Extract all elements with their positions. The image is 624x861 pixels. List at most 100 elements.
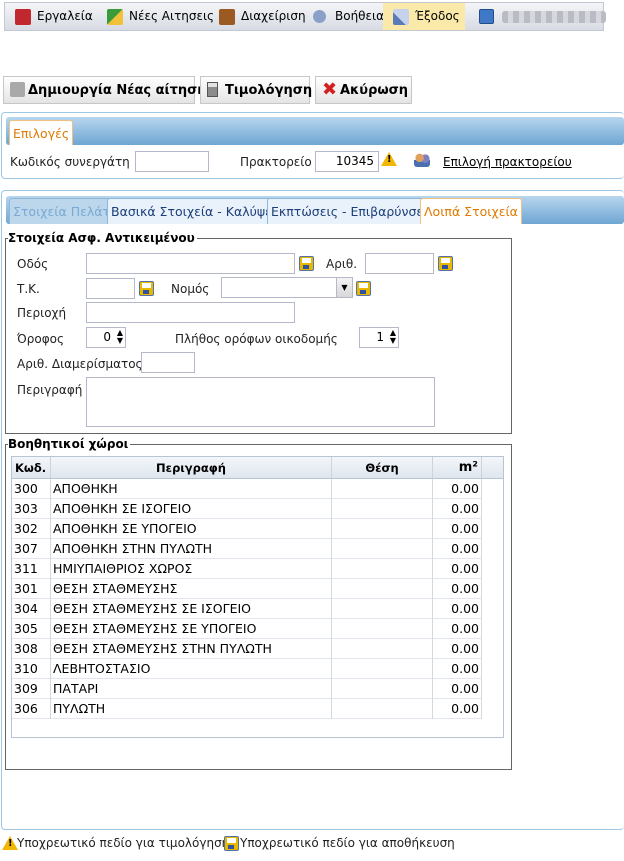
chevron-down-icon[interactable]: ▼ <box>336 278 352 297</box>
menu-exit[interactable]: Έξοδος <box>383 3 465 30</box>
options-header <box>6 117 624 145</box>
description-textarea[interactable] <box>86 377 435 427</box>
table-row[interactable]: 310 ΛΕΒΗΤΟΣΤΑΣΙΟ 0.00 <box>12 659 482 679</box>
stepper-arrows-icon[interactable]: ▲ ▼ <box>117 329 123 345</box>
menu-management-label: Διαχείριση <box>241 9 306 23</box>
menu-tools[interactable]: Εργαλεία <box>15 3 105 30</box>
cell-area: 0.00 <box>433 519 482 539</box>
table-row[interactable]: 311 ΗΜΙΥΠΑΙΘΡΙΟΣ ΧΩΡΟΣ 0.00 <box>12 559 482 579</box>
apartment-label: Αριθ. Διαμερίσματος <box>17 357 143 371</box>
menu-management[interactable]: Διαχείριση <box>219 3 311 30</box>
floors-count-label: Πλήθος ορόφων οικοδομής <box>175 332 338 346</box>
table-row[interactable]: 300 ΑΠΟΘΗΚΗ 0.00 <box>12 479 482 499</box>
floors-count-value: 1 <box>376 330 384 344</box>
cell-position <box>332 619 433 639</box>
cancel-button-label: Ακύρωση <box>340 83 409 98</box>
create-new-request-button[interactable]: Δημιουργία Νέας αίτησης <box>3 76 214 104</box>
create-button-label: Δημιουργία Νέας αίτησης <box>28 83 215 98</box>
cell-description: ΠΑΤΑΡΙ <box>51 679 332 699</box>
cell-description: ΠΥΛΩΤΗ <box>51 699 332 719</box>
partner-code-input[interactable] <box>135 151 209 172</box>
cell-description: ΑΠΟΘΗΚΗ ΣΕ ΙΣΟΓΕΙΟ <box>51 499 332 519</box>
toolbox-icon <box>15 9 31 25</box>
partner-code-label: Κωδικός συνεργάτη <box>10 155 130 169</box>
cell-area: 0.00 <box>433 539 482 559</box>
area-label: Περιοχή <box>17 306 67 320</box>
column-header-position[interactable]: Θέση <box>332 457 433 479</box>
menu-help[interactable]: Βοήθεια <box>313 3 387 30</box>
cell-description: ΛΕΒΗΤΟΣΤΑΣΙΟ <box>51 659 332 679</box>
apartment-input[interactable] <box>141 352 195 373</box>
tab-other-details[interactable]: Λοιπά Στοιχεία <box>420 198 522 224</box>
warning-icon <box>381 152 397 166</box>
area-input[interactable] <box>86 302 295 323</box>
save-required-icon <box>224 836 239 851</box>
cell-description: ΘΕΣΗ ΣΤΑΘΜΕΥΣΗΣ ΣΕ ΙΣΟΓΕΙΟ <box>51 599 332 619</box>
street-label: Οδός <box>17 257 49 271</box>
tab-options-label: Επιλογές <box>13 126 70 141</box>
floors-count-stepper[interactable]: 1 ▲ ▼ <box>359 327 399 348</box>
tab-customer-details[interactable]: Στοιχεία Πελάτη <box>9 198 122 224</box>
tab-discounts-charges[interactable]: Εκπτώσεις - Επιβαρύνσεις <box>267 198 439 224</box>
cell-position <box>332 499 433 519</box>
cell-position <box>332 479 433 499</box>
column-header-description[interactable]: Περιγραφή <box>51 457 332 479</box>
select-agency-link[interactable]: Επιλογή πρακτορείου <box>443 155 572 169</box>
menu-new-requests[interactable]: Νέες Αιτησεις <box>107 3 214 30</box>
prefecture-select[interactable]: ▼ <box>221 277 353 298</box>
cell-code: 310 <box>12 659 51 679</box>
cell-description: ΘΕΣΗ ΣΤΑΘΜΕΥΣΗΣ <box>51 579 332 599</box>
stepper-arrows-icon[interactable]: ▲ ▼ <box>390 329 396 345</box>
table-row[interactable]: 302 ΑΠΟΘΗΚΗ ΣΕ ΥΠΟΓΕΙΟ 0.00 <box>12 519 482 539</box>
cell-description: ΑΠΟΘΗΚΗ ΣΕ ΥΠΟΓΕΙΟ <box>51 519 332 539</box>
cell-description: ΗΜΙΥΠΑΙΘΡΙΟΣ ΧΩΡΟΣ <box>51 559 332 579</box>
table-row[interactable]: 301 ΘΕΣΗ ΣΤΑΘΜΕΥΣΗΣ 0.00 <box>12 579 482 599</box>
help-icon <box>313 10 326 23</box>
tab-basic-coverages[interactable]: Βασικά Στοιχεία - Καλύψεις <box>107 198 288 224</box>
cell-position <box>332 539 433 559</box>
table-row[interactable]: 305 ΘΕΣΗ ΣΤΑΘΜΕΥΣΗΣ ΣΕ ΥΠΟΓΕΙΟ 0.00 <box>12 619 482 639</box>
column-header-area[interactable]: m² <box>433 457 482 479</box>
cell-area: 0.00 <box>433 599 482 619</box>
cell-code: 309 <box>12 679 51 699</box>
cell-code: 303 <box>12 499 51 519</box>
cell-area: 0.00 <box>433 679 482 699</box>
cell-code: 301 <box>12 579 51 599</box>
aux-spaces-table: Κωδ. Περιγραφή Θέση m² 300 ΑΠΟΘΗΚΗ 0.00 303… <box>11 456 504 738</box>
number-input[interactable] <box>365 253 434 274</box>
floor-stepper[interactable]: 0 ▲ ▼ <box>86 327 126 348</box>
menu-help-label: Βοήθεια <box>335 9 384 23</box>
column-header-filler <box>482 457 503 479</box>
zip-label: Τ.Κ. <box>17 282 40 296</box>
cell-area: 0.00 <box>433 619 482 639</box>
tab-other-details-label: Λοιπά Στοιχεία <box>424 204 518 219</box>
cart-icon <box>10 82 25 97</box>
close-icon: ✖ <box>322 79 338 100</box>
tab-basic-coverages-label: Βασικά Στοιχεία - Καλύψεις <box>111 204 284 219</box>
cancel-button[interactable]: ✖ Ακύρωση <box>315 76 412 104</box>
agency-input[interactable]: 10345 <box>315 151 379 172</box>
pricing-button[interactable]: Τιμολόγηση <box>200 76 313 104</box>
floor-label: Όροφος <box>17 332 65 346</box>
table-row[interactable]: 304 ΘΕΣΗ ΣΤΑΘΜΕΥΣΗΣ ΣΕ ΙΣΟΓΕΙΟ 0.00 <box>12 599 482 619</box>
table-row[interactable]: 306 ΠΥΛΩΤΗ 0.00 <box>12 699 482 719</box>
floor-value: 0 <box>103 330 111 344</box>
save-required-icon <box>438 256 453 271</box>
briefcase-icon <box>219 9 235 25</box>
pricing-button-label: Τιμολόγηση <box>225 83 313 98</box>
table-row[interactable]: 303 ΑΠΟΘΗΚΗ ΣΕ ΙΣΟΓΕΙΟ 0.00 <box>12 499 482 519</box>
cell-code: 306 <box>12 699 51 719</box>
tab-discounts-charges-label: Εκπτώσεις - Επιβαρύνσεις <box>271 204 435 219</box>
cell-code: 305 <box>12 619 51 639</box>
table-row[interactable]: 308 ΘΕΣΗ ΣΤΑΘΜΕΥΣΗΣ ΣΤΗΝ ΠΥΛΩΤΗ 0.00 <box>12 639 482 659</box>
tab-options[interactable]: Επιλογές <box>9 120 74 145</box>
magic-wand-icon <box>107 9 123 25</box>
zip-input[interactable] <box>86 278 135 299</box>
table-row[interactable]: 309 ΠΑΤΑΡΙ 0.00 <box>12 679 482 699</box>
users-icon <box>414 153 430 167</box>
column-header-code[interactable]: Κωδ. <box>12 457 51 479</box>
street-input[interactable] <box>86 253 295 274</box>
cell-code: 311 <box>12 559 51 579</box>
cell-area: 0.00 <box>433 479 482 499</box>
table-row[interactable]: 307 ΑΠΟΘΗΚΗ ΣΤΗΝ ΠΥΛΩΤΗ 0.00 <box>12 539 482 559</box>
